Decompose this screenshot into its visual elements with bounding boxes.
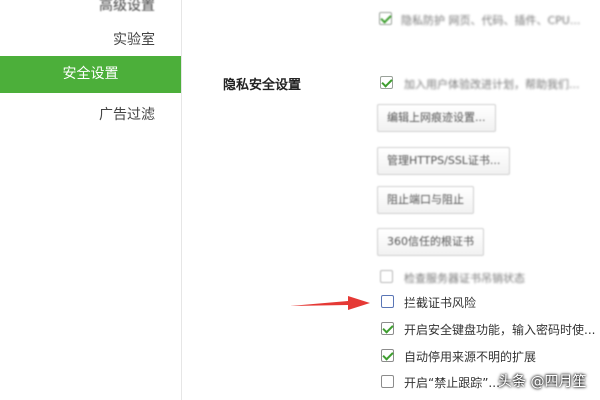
sidebar-item-lab[interactable]: 实验室: [0, 22, 181, 59]
watermark: 头条 @四月笙: [498, 374, 587, 390]
do-not-track-label: 开启“禁止跟踪”...: [404, 376, 500, 390]
section-title: 隐私安全设置: [223, 78, 302, 93]
check-revocation-checkbox[interactable]: [380, 270, 393, 283]
privacy-protect-label: 隐私防护 网页、代码、插件、CPU...: [401, 14, 581, 27]
block-cert-risk-checkbox[interactable]: [381, 295, 394, 308]
join-plan-checkbox[interactable]: [380, 76, 393, 89]
sidebar: 高级设置 实验室 安全设置 广告过滤: [0, 0, 182, 400]
join-plan-label: 加入用户体验改进计划，帮助我们...: [404, 78, 580, 91]
secure-keyboard-checkbox[interactable]: [381, 322, 394, 335]
sidebar-item-adblock[interactable]: 广告过滤: [0, 97, 181, 134]
cert-360-button[interactable]: 360信任的根证书: [377, 228, 484, 256]
auto-disable-ext-label: 自动停用来源不明的扩展: [404, 350, 537, 364]
auto-disable-ext-checkbox[interactable]: [381, 349, 394, 362]
secure-keyboard-label: 开启安全键盘功能，输入密码时使...: [404, 323, 596, 337]
block-ports-button[interactable]: 阻止端口与阻止: [377, 186, 474, 214]
red-arrow-icon: [290, 296, 370, 310]
check-revocation-label: 检查服务器证书吊销状态: [404, 272, 525, 285]
do-not-track-checkbox[interactable]: [381, 375, 394, 388]
block-cert-risk-label: 拦截证书风险: [404, 296, 477, 310]
privacy-protect-checkbox[interactable]: [379, 12, 392, 25]
manage-certs-button[interactable]: 管理HTTPS/SSL证书...: [377, 147, 511, 175]
web-access-button[interactable]: 编辑上网痕迹设置...: [377, 104, 496, 132]
sidebar-item-security[interactable]: 安全设置: [0, 56, 181, 93]
